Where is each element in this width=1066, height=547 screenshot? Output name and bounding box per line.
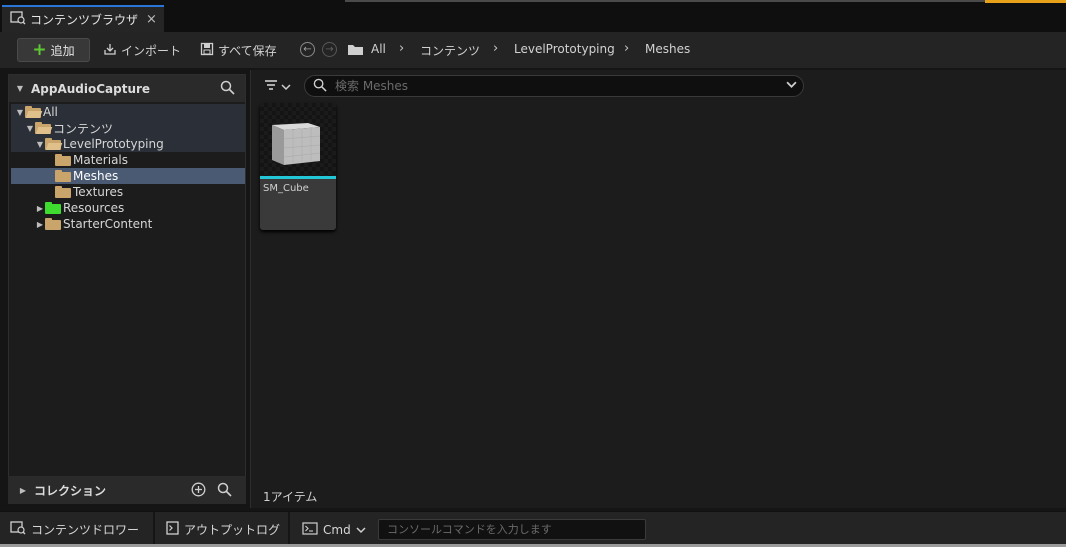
folder-icon (45, 201, 61, 214)
breadcrumb-meshes[interactable]: Meshes (645, 42, 690, 56)
output-log-icon (166, 521, 179, 538)
breadcrumb-content[interactable]: コンテンツ (420, 42, 480, 59)
search-icon (313, 78, 327, 95)
divider (153, 512, 155, 547)
chevron-right-icon[interactable]: › (399, 41, 404, 56)
content-browser-icon (10, 521, 26, 538)
search-icon[interactable] (220, 80, 235, 98)
plus-icon: + (32, 39, 47, 60)
tree-item-コンテンツ[interactable]: ▼ コンテンツ (11, 120, 245, 136)
folder-open-icon (25, 105, 43, 118)
folder-open-icon (45, 137, 63, 150)
import-icon (103, 42, 117, 59)
save-all-label: すべて保存 (218, 43, 277, 58)
chevron-down-icon[interactable]: ▼ (15, 84, 25, 93)
tab-content-browser[interactable]: コンテンツブラウザ × (2, 5, 164, 32)
save-icon (200, 42, 214, 59)
folder-open-icon (35, 121, 53, 134)
tab-bar: コンテンツブラウザ × (0, 0, 1066, 32)
divider (288, 512, 290, 547)
asset-view: SM_Cube 1アイテム (250, 70, 1066, 508)
cmd-label: Cmd (323, 522, 351, 537)
close-icon[interactable]: × (146, 12, 157, 27)
folder-icon (55, 153, 71, 166)
save-all-button[interactable]: すべて保存 (200, 38, 277, 62)
chevron-right-icon[interactable]: › (493, 41, 498, 56)
tab-label: コンテンツブラウザ (30, 13, 139, 27)
folder-icon (55, 185, 71, 198)
collections-header[interactable]: ▶ コレクション (8, 476, 246, 504)
back-arrow-icon[interactable]: ← (300, 42, 315, 57)
filter-icon (263, 78, 279, 95)
tree-item-meshes[interactable]: Meshes (11, 168, 245, 184)
chevron-down-icon (356, 523, 366, 537)
filter-button[interactable] (263, 78, 291, 95)
top-strip (345, 0, 985, 2)
sources-panel: ▼ AppAudioCapture ▼ All ▼ コンテンツ ▼ LevelProtot… (8, 74, 246, 504)
chevron-down-icon (281, 80, 291, 94)
top-accent (985, 0, 1066, 3)
import-button[interactable]: インポート (103, 38, 181, 62)
chevron-down-icon[interactable]: ▼ (35, 140, 45, 149)
terminal-icon (302, 521, 318, 538)
search-bar[interactable] (304, 75, 804, 97)
tree-item-label: LevelPrototyping (63, 137, 164, 151)
cmd-dropdown[interactable]: Cmd (302, 512, 366, 547)
content-browser-icon (10, 11, 26, 28)
toolbar: + 追加 インポート すべて保存 ← → All › コンテンツ › Level… (0, 32, 1066, 68)
output-log-button[interactable]: アウトプットログ (166, 512, 280, 547)
folder-tree: ▼ All ▼ コンテンツ ▼ LevelPrototyping Materials Mesh… (11, 104, 245, 232)
chevron-right-icon[interactable]: › (624, 41, 629, 56)
tree-item-label: Materials (73, 153, 129, 167)
content-drawer-label: コンテンツドロワー (31, 523, 140, 537)
tree-item-label: コンテンツ (53, 121, 114, 136)
tree-item-label: StarterContent (63, 217, 153, 231)
tree-item-label: All (43, 105, 58, 119)
add-label: 追加 (50, 43, 75, 58)
status-bar: コンテンツドロワー アウトプットログ Cmd (0, 511, 1066, 547)
chevron-down-icon[interactable] (786, 79, 797, 92)
chevron-right-icon[interactable]: ▶ (35, 204, 45, 213)
breadcrumb-levelprototyping[interactable]: LevelPrototyping (514, 42, 615, 56)
chevron-right-icon[interactable]: ▶ (35, 220, 45, 229)
folder-icon[interactable] (347, 42, 364, 59)
item-count: 1アイテム (263, 490, 318, 504)
search-input[interactable] (335, 79, 775, 93)
console-command-input[interactable] (378, 519, 646, 540)
collections-title: コレクション (34, 483, 107, 498)
breadcrumb-all[interactable]: All (371, 42, 386, 56)
asset-tile[interactable]: SM_Cube (260, 103, 336, 230)
sources-title: AppAudioCapture (31, 81, 151, 96)
tree-item-label: Textures (73, 185, 124, 199)
content-drawer-button[interactable]: コンテンツドロワー (10, 512, 139, 547)
add-button[interactable]: + 追加 (17, 38, 90, 62)
asset-type-bar (260, 176, 336, 179)
folder-icon (45, 217, 61, 230)
tree-item-materials[interactable]: Materials (11, 152, 245, 168)
chevron-down-icon[interactable]: ▼ (25, 124, 35, 133)
tree-item-textures[interactable]: Textures (11, 184, 245, 200)
import-label: インポート (121, 43, 182, 58)
sources-header[interactable]: ▼ AppAudioCapture (9, 75, 245, 102)
asset-thumbnail (260, 103, 336, 176)
tree-item-all[interactable]: ▼ All (11, 104, 245, 120)
tree-item-levelprototyping[interactable]: ▼ LevelPrototyping (11, 136, 245, 152)
tree-item-label: Resources (63, 201, 125, 215)
tree-item-startercontent[interactable]: ▶ StarterContent (11, 216, 245, 232)
forward-arrow-icon[interactable]: → (322, 42, 337, 57)
add-collection-icon[interactable] (191, 482, 206, 500)
chevron-right-icon[interactable]: ▶ (18, 486, 28, 495)
asset-name: SM_Cube (263, 183, 309, 194)
folder-icon (55, 169, 71, 182)
output-log-label: アウトプットログ (184, 523, 281, 537)
tree-item-label: Meshes (73, 169, 119, 183)
tree-item-resources[interactable]: ▶ Resources (11, 200, 245, 216)
search-icon[interactable] (217, 482, 232, 500)
chevron-down-icon[interactable]: ▼ (15, 108, 25, 117)
